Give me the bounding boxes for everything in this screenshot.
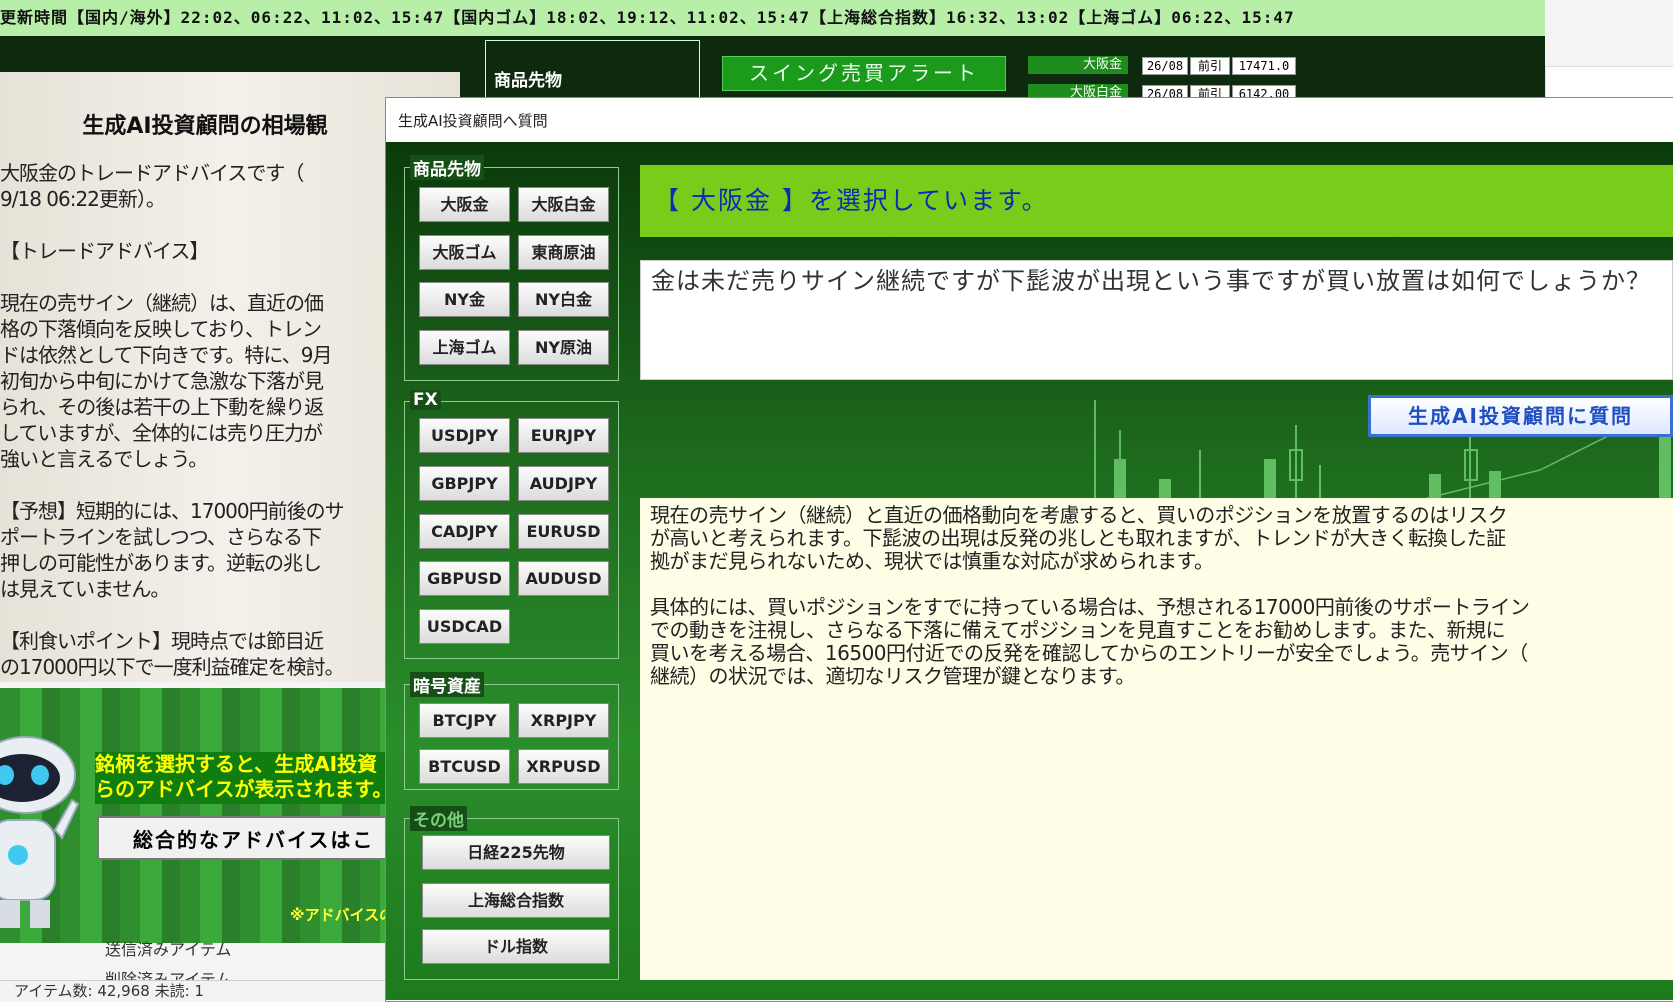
osaka-gold-button[interactable]: 大阪金 (419, 187, 510, 222)
ny-platinum-button[interactable]: NY白金 (518, 282, 609, 317)
usdcad-button[interactable]: USDCAD (419, 609, 510, 644)
ny-crude-button[interactable]: NY原油 (518, 330, 609, 365)
swing-alert-button[interactable]: スイング売買アラート (722, 56, 1006, 91)
overall-advice-button[interactable]: 総合的なアドバイスはこ (97, 816, 397, 860)
selected-instrument-banner: 【 大阪金 】を選択しています。 (640, 165, 1673, 237)
dollar-index-button[interactable]: ドル指数 (422, 929, 610, 964)
osaka-platinum-button[interactable]: 大阪白金 (518, 187, 609, 222)
tocom-crude-button[interactable]: 東商原油 (518, 235, 609, 270)
gbpusd-button[interactable]: GBPUSD (419, 561, 510, 596)
eurusd-button[interactable]: EURUSD (518, 514, 609, 549)
ask-ai-advisor-button[interactable]: 生成AI投資顧問に質問 (1368, 395, 1673, 437)
fx-label: FX (410, 390, 441, 410)
bg-price-name: 大阪白金 (1028, 84, 1128, 97)
answer-text: 現在の売サイン（継続）と直近の価格動向を考慮すると、買いのポジションを放置するの… (640, 498, 1673, 980)
crypto-label: 暗号資産 (410, 672, 484, 697)
other-label: その他 (410, 806, 467, 831)
nikkei225-futures-button[interactable]: 日経225先物 (422, 835, 610, 870)
update-time-ticker: 更新時間【国内/海外】22:02、06:22、11:02、15:47【国内ゴム】… (0, 0, 1545, 36)
bg-price-value: 6142.00 (1232, 85, 1296, 97)
osaka-rubber-button[interactable]: 大阪ゴム (419, 235, 510, 270)
audusd-button[interactable]: AUDUSD (518, 561, 609, 596)
eurjpy-button[interactable]: EURJPY (518, 418, 609, 453)
btcjpy-button[interactable]: BTCJPY (419, 703, 510, 738)
robot-mascot-icon (0, 736, 80, 928)
select-instruction-text: 銘柄を選択すると、生成AI投資 らのアドバイスが表示されます。 (95, 752, 395, 804)
cadjpy-button[interactable]: CADJPY (419, 514, 510, 549)
bg-price-row: 大阪金 26/08 前引 17471.0 (1028, 56, 1308, 75)
commodities-label: 商品先物 (410, 155, 484, 180)
usdjpy-button[interactable]: USDJPY (419, 418, 510, 453)
bg-price-type: 前引 (1190, 57, 1230, 75)
market-view-title: 生成AI投資顧問の相場観 (82, 114, 328, 139)
bg-price-value: 17471.0 (1232, 57, 1296, 75)
bg-price-date: 26/08 (1142, 57, 1188, 75)
gbpjpy-button[interactable]: GBPJPY (419, 466, 510, 501)
market-view-text: 大阪金のトレードアドバイスです（ 9/18 06:22更新）。 【トレードアドバ… (0, 161, 345, 731)
bg-price-date: 26/08 (1142, 85, 1188, 97)
audjpy-button[interactable]: AUDJPY (518, 466, 609, 501)
bg-price-type: 前引 (1190, 85, 1230, 97)
bg-price-row: 大阪白金 26/08 前引 6142.00 (1028, 84, 1308, 97)
question-input[interactable]: 金は未だ売りサイン継続ですが下髭波が出現という事ですが買い放置は如何でしょうか？ (640, 260, 1673, 380)
shanghai-composite-button[interactable]: 上海総合指数 (422, 883, 610, 918)
bg-price-name: 大阪金 (1028, 56, 1128, 74)
advice-note: ※アドバイスの (290, 906, 395, 924)
mail-status-bar: アイテム数: 42,968 未読: 1 (0, 980, 395, 1000)
ny-gold-button[interactable]: NY金 (419, 282, 510, 317)
shanghai-rubber-button[interactable]: 上海ゴム (419, 330, 510, 365)
xrpjpy-button[interactable]: XRPJPY (518, 703, 609, 738)
sent-items-folder[interactable]: 送信済みアイテム (105, 936, 231, 960)
xrpusd-button[interactable]: XRPUSD (518, 749, 609, 784)
dialog-title: 生成AI投資顧問へ質問 (398, 112, 548, 130)
btcusd-button[interactable]: BTCUSD (419, 749, 510, 784)
bg-commodities-label: 商品先物 (490, 66, 566, 91)
